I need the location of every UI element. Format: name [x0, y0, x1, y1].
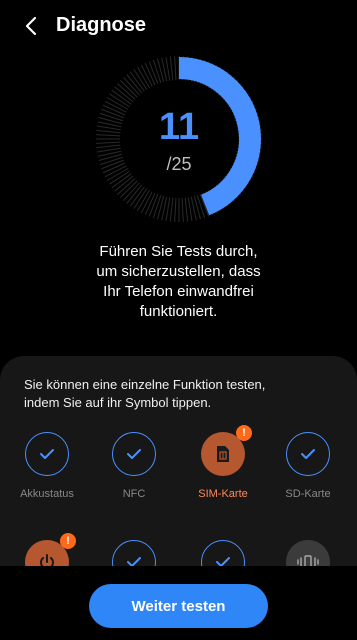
ring-tick — [174, 56, 177, 81]
tile-label: NFC — [122, 488, 146, 500]
tile-label: SD-Karte — [285, 488, 331, 500]
test-tile-sim[interactable]: ! SIM-Karte — [180, 425, 266, 500]
ring-tick — [174, 197, 177, 222]
ring-tick — [165, 56, 171, 81]
sim-card-icon — [217, 446, 229, 462]
ring-tick — [165, 197, 171, 222]
total-count: /25 — [166, 154, 192, 174]
tile-label: SIM-Karte — [198, 488, 248, 500]
test-tile[interactable] — [180, 540, 266, 566]
power-icon — [40, 554, 54, 566]
tile-circle: ! — [201, 425, 252, 476]
description-line: Ihr Telefon einwandfrei — [103, 283, 254, 300]
test-tile-battery[interactable]: Akkustatus — [4, 432, 90, 500]
description-line: funktioniert. — [139, 303, 218, 320]
ring-tick — [148, 193, 159, 217]
progress-ring: 11 /25 — [96, 56, 262, 222]
tile-circle: ! — [25, 533, 76, 566]
test-tile[interactable] — [91, 540, 177, 566]
hint-line: indem Sie auf ihr Symbol tippen. — [24, 395, 212, 410]
bottom-bar: Weiter testen — [0, 566, 357, 640]
completed-count: 11 — [158, 106, 200, 148]
warning-badge: ! — [236, 425, 252, 441]
tile-circle — [112, 540, 156, 566]
check-icon — [127, 449, 141, 459]
description-text: Führen Sie Tests durch, um sicherzustell… — [40, 242, 317, 322]
tile-circle — [286, 432, 330, 476]
panel-hint: Sie können eine einzelne Funktion testen… — [24, 376, 334, 412]
ring-tick — [152, 194, 162, 219]
tile-label: Akkustatus — [20, 488, 74, 500]
test-tile-nfc[interactable]: NFC — [91, 432, 177, 500]
ring-tick — [184, 197, 189, 222]
ring-tick — [148, 61, 159, 85]
test-tile-power[interactable]: ! — [4, 533, 90, 566]
description-line: um sicherzustellen, dass — [96, 263, 261, 280]
ring-tick — [181, 197, 184, 222]
check-icon — [40, 449, 54, 459]
app-header: Diagnose — [0, 0, 357, 54]
ring-tick — [169, 56, 174, 81]
warning-badge: ! — [60, 533, 76, 549]
check-icon — [216, 557, 230, 566]
page-title: Diagnose — [56, 14, 147, 36]
test-tile-sd[interactable]: SD-Karte — [265, 432, 351, 500]
tile-circle — [201, 540, 245, 566]
vibration-icon — [297, 555, 319, 566]
test-tile-vibration[interactable] — [265, 540, 351, 566]
ring-tick — [169, 197, 174, 222]
continue-testing-button[interactable]: Weiter testen — [89, 584, 268, 628]
tile-circle — [286, 540, 330, 566]
tile-circle — [112, 432, 156, 476]
ring-tick — [187, 197, 193, 222]
back-button[interactable] — [20, 12, 44, 40]
tile-circle — [25, 432, 69, 476]
ring-tick — [152, 59, 162, 84]
test-panel: Sie können eine einzelne Funktion testen… — [0, 356, 357, 566]
hint-line: Sie können eine einzelne Funktion testen… — [24, 377, 266, 392]
check-icon — [127, 557, 141, 566]
check-icon — [301, 449, 315, 459]
description-line: Führen Sie Tests durch, — [99, 243, 258, 260]
chevron-left-icon — [25, 16, 37, 36]
